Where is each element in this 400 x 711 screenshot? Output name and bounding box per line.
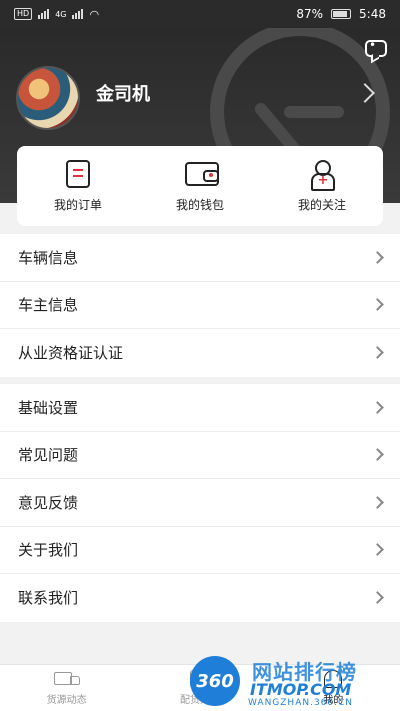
clock: 5:48	[359, 7, 386, 21]
username[interactable]: 金司机	[96, 80, 150, 106]
status-bar: HD 4G ◠ 87% 5:48	[0, 0, 400, 28]
chevron-right-icon	[371, 400, 384, 414]
follow-icon	[307, 159, 337, 191]
chevron-right-icon	[371, 448, 384, 462]
chevron-right-icon	[371, 250, 384, 264]
quick-actions-card: 我的订单 我的钱包 我的关注	[17, 146, 383, 226]
menu-item-owner-info[interactable]: 车主信息	[0, 282, 400, 329]
truck-icon	[53, 670, 80, 688]
watermark-domain: ITMOP.COM	[250, 680, 352, 699]
menu-item-qualification-certification[interactable]: 从业资格证认证	[0, 329, 400, 377]
my-follows-label: 我的关注	[297, 197, 346, 212]
my-orders-label: 我的订单	[53, 197, 102, 212]
chevron-right-icon	[371, 346, 384, 360]
chevron-right-icon	[371, 591, 384, 605]
battery-percent: 87%	[296, 7, 324, 21]
menu-item-label: 意见反馈	[18, 493, 79, 512]
menu-item-label: 基础设置	[18, 398, 79, 417]
my-wallet-label: 我的钱包	[175, 197, 224, 212]
menu-item-about-us[interactable]: 关于我们	[0, 527, 400, 574]
menu-item-label: 联系我们	[18, 589, 79, 608]
watermark-badge: 360	[190, 656, 240, 706]
nav-item-cargo-updates[interactable]: 货源动态	[0, 665, 133, 711]
watermark-360: 360 网站排行榜 ITMOP.COM WANGZHAN.360.CN	[190, 652, 400, 711]
avatar[interactable]	[16, 66, 80, 130]
watermark-sub: WANGZHAN.360.CN	[248, 698, 354, 708]
order-icon	[63, 159, 93, 188]
network-label: 4G	[55, 9, 67, 19]
chevron-right-icon	[371, 298, 384, 312]
menu-item-feedback[interactable]: 意见反馈	[0, 479, 400, 527]
nav-label: 货源动态	[46, 695, 87, 706]
menu-item-faq[interactable]: 常见问题	[0, 432, 400, 479]
my-wallet-button[interactable]: 我的钱包	[139, 146, 261, 226]
menu-item-vehicle-info[interactable]: 车辆信息	[0, 234, 400, 282]
clock-hand-decoration-2	[284, 106, 344, 118]
menu-item-label: 常见问题	[18, 446, 79, 465]
my-follows-button[interactable]: 我的关注	[261, 146, 383, 226]
menu-item-contact-us[interactable]: 联系我们	[0, 574, 400, 622]
signal-icon	[38, 9, 50, 19]
message-icon[interactable]	[365, 38, 387, 66]
menu-item-label: 从业资格证认证	[18, 344, 124, 363]
status-left: HD 4G ◠	[14, 8, 99, 21]
menu-item-label: 车辆信息	[18, 248, 79, 267]
status-right: 87% 5:48	[296, 7, 386, 21]
hd-badge: HD	[14, 8, 33, 20]
menu-group-settings: 基础设置 常见问题 意见反馈 关于我们 联系我们	[0, 384, 400, 622]
chevron-right-icon	[371, 495, 384, 509]
signal-icon-2	[72, 9, 84, 19]
battery-icon	[331, 9, 352, 19]
chevron-right-icon	[371, 543, 384, 557]
menu-item-label: 车主信息	[18, 296, 79, 315]
wallet-icon	[185, 160, 219, 188]
menu-item-label: 关于我们	[18, 541, 79, 560]
menu-item-basic-settings[interactable]: 基础设置	[0, 384, 400, 432]
wifi-icon: ◠	[89, 7, 100, 21]
my-orders-button[interactable]: 我的订单	[17, 146, 139, 226]
menu-group-vehicle: 车辆信息 车主信息 从业资格证认证	[0, 234, 400, 377]
